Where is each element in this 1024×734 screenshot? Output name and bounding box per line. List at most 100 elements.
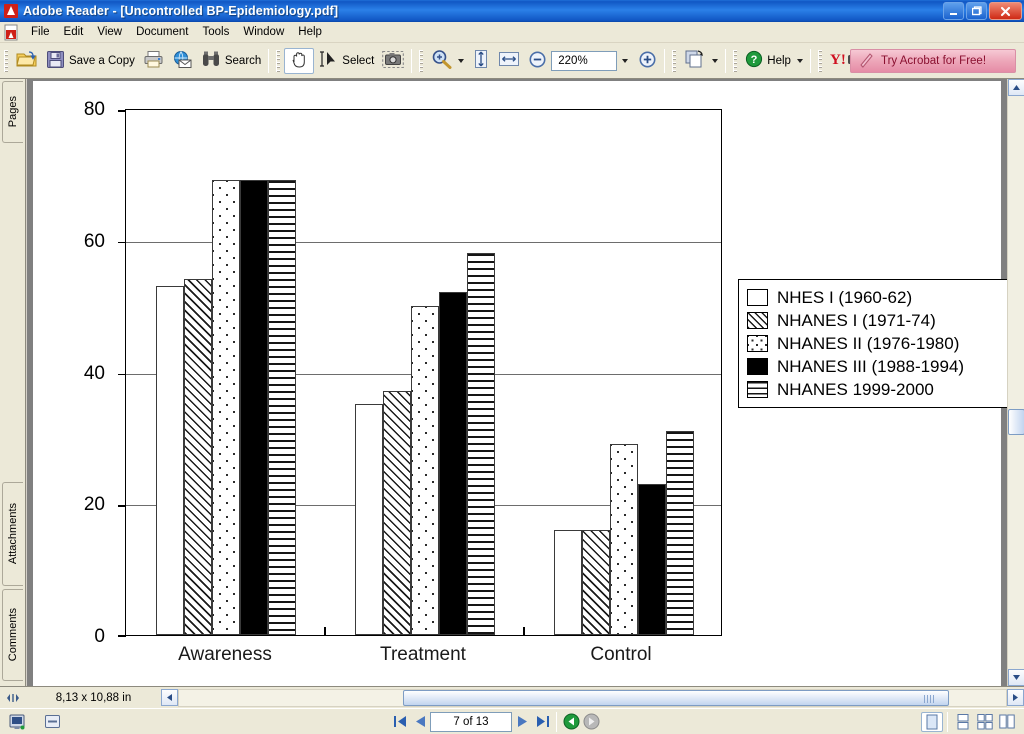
try-acrobat-label: Try Acrobat for Free! — [881, 55, 987, 67]
legend-label-nhanes-1999: NHANES 1999-2000 — [777, 379, 934, 399]
search-button[interactable]: Search — [197, 48, 265, 74]
hand-tool-icon — [289, 49, 309, 72]
ytick-mark-0 — [118, 635, 126, 637]
bar-awareness-nhanes-ii — [212, 180, 240, 635]
page-size-label: 8,13 x 10,88 in — [55, 691, 132, 704]
category-label-awareness: Awareness — [178, 644, 272, 665]
maximize-button[interactable] — [966, 2, 987, 20]
sidebar-tab-comments[interactable]: Comments — [2, 589, 23, 681]
rotate-view-caret[interactable] — [712, 58, 719, 63]
menu-bar: File Edit View Document Tools Window Hel… — [0, 22, 1024, 43]
toolbar-separator — [268, 48, 270, 73]
ytick-mark-40 — [118, 373, 126, 375]
zoom-tool-button[interactable] — [427, 48, 468, 74]
next-page-button[interactable] — [512, 713, 532, 731]
document-status-icon[interactable] — [0, 713, 34, 731]
help-caret[interactable] — [796, 58, 803, 63]
acrobat-arrow-icon — [859, 52, 875, 71]
toolbar: Save a Copy Search Select 220% ? Help Y!… — [0, 43, 1024, 79]
vertical-scrollbar[interactable] — [1007, 79, 1024, 686]
scroll-left-button[interactable] — [161, 689, 178, 706]
print-button[interactable] — [139, 48, 168, 74]
menu-file[interactable]: File — [24, 24, 57, 40]
vertical-scroll-thumb[interactable] — [1008, 409, 1024, 435]
bar-control-nhes-i — [554, 529, 582, 635]
zoom-out-button[interactable] — [524, 48, 551, 74]
category-label-control: Control — [590, 644, 652, 665]
continuous-facing-view-button[interactable] — [996, 712, 1018, 732]
page-number-input[interactable]: 7 of 13 — [430, 711, 512, 732]
window-title: Adobe Reader - [Uncontrolled BP-Epidemio… — [23, 4, 339, 18]
horizontal-scroll-thumb[interactable] — [403, 689, 949, 706]
xtick-group-2 — [523, 627, 525, 636]
try-acrobat-promo-button[interactable]: Try Acrobat for Free! — [850, 49, 1016, 73]
legend-label-nhanes-ii: NHANES II (1976-1980) — [777, 333, 960, 353]
ytick-label-80: 80 — [83, 99, 105, 120]
sidebar-tab-attachments[interactable]: Attachments — [2, 482, 23, 586]
bar-treatment-nhanes-iii — [439, 292, 467, 635]
previous-page-button[interactable] — [410, 713, 430, 731]
status-separator — [556, 711, 557, 732]
help-label: Help — [767, 54, 791, 67]
select-text-icon — [318, 50, 338, 71]
menu-tools[interactable]: Tools — [196, 24, 237, 40]
sidebar-resize-button[interactable] — [0, 693, 26, 703]
zoom-level-input[interactable]: 220% — [551, 50, 618, 71]
bar-awareness-nhes-i — [156, 285, 184, 635]
hand-tool-button[interactable] — [284, 47, 315, 74]
scroll-right-button[interactable] — [1007, 689, 1024, 706]
toolbar-grip-5[interactable] — [733, 49, 738, 72]
legend-label-nhanes-iii: NHANES III (1988-1994) — [777, 356, 965, 376]
toolbar-grip-2[interactable] — [276, 49, 281, 72]
facing-pages-view-button[interactable] — [974, 712, 996, 732]
zoom-in-button[interactable] — [634, 48, 661, 74]
single-page-view-button[interactable] — [921, 711, 943, 732]
document-view[interactable]: 80 60 40 20 0 Awareness Treatment Contro… — [27, 79, 1007, 686]
last-page-button[interactable] — [532, 713, 552, 731]
select-label: Select — [342, 54, 375, 67]
bar-awareness-nhanes-i — [184, 279, 212, 635]
scroll-up-button[interactable] — [1008, 79, 1024, 96]
zoom-tool-caret[interactable] — [458, 58, 465, 63]
continuous-view-button[interactable] — [952, 712, 974, 732]
first-page-button[interactable] — [390, 713, 410, 731]
previous-view-button[interactable] — [561, 713, 581, 731]
ytick-label-40: 40 — [83, 362, 105, 384]
close-button[interactable] — [989, 2, 1022, 20]
save-floppy-icon — [46, 50, 65, 72]
zoom-level-value: 220% — [558, 54, 588, 67]
fit-height-icon — [472, 49, 490, 72]
rotate-view-button[interactable] — [680, 48, 722, 74]
fit-width-icon — [498, 50, 520, 71]
legend-swatch-nhanes-ii — [747, 335, 768, 352]
menu-help[interactable]: Help — [291, 24, 329, 40]
signature-panel-icon[interactable] — [34, 714, 70, 729]
fit-width-button[interactable] — [494, 48, 524, 74]
open-button[interactable] — [12, 48, 42, 74]
ytick-mark-60 — [118, 241, 126, 244]
toolbar-grip-6[interactable] — [817, 49, 822, 72]
email-button[interactable] — [168, 48, 197, 74]
menu-document[interactable]: Document — [129, 24, 195, 40]
toolbar-grip[interactable] — [4, 49, 8, 72]
search-label: Search — [224, 54, 262, 67]
next-view-button[interactable] — [581, 713, 601, 731]
bar-awareness-nhanes-iii — [240, 180, 268, 635]
menu-edit[interactable]: Edit — [57, 24, 91, 40]
sidebar-tab-comments-label: Comments — [7, 608, 19, 662]
menu-view[interactable]: View — [90, 24, 129, 40]
page-number-value: 7 of 13 — [453, 715, 489, 728]
menu-window[interactable]: Window — [236, 24, 291, 40]
fit-height-button[interactable] — [468, 48, 494, 74]
zoom-level-caret[interactable] — [622, 58, 629, 63]
toolbar-grip-4[interactable] — [672, 49, 677, 72]
sidebar-tab-pages[interactable]: Pages — [2, 81, 23, 143]
snapshot-button[interactable] — [378, 48, 408, 74]
chart-plot-area — [118, 109, 722, 637]
toolbar-grip-3[interactable] — [419, 49, 424, 72]
scroll-down-button[interactable] — [1008, 669, 1024, 686]
select-tool-button[interactable]: Select — [314, 48, 378, 74]
minimize-button[interactable] — [943, 2, 964, 20]
help-button[interactable]: ? Help — [741, 48, 807, 74]
save-copy-button[interactable]: Save a Copy — [42, 48, 139, 74]
